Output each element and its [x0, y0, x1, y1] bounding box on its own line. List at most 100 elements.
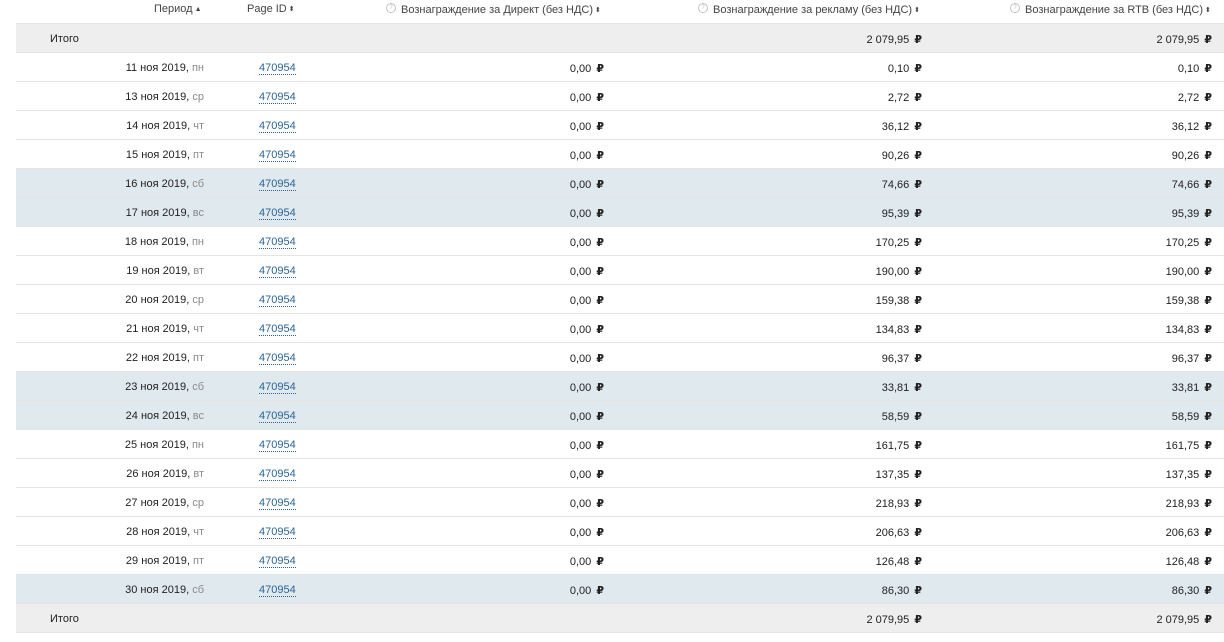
page-id-link[interactable]: 470954 — [259, 468, 296, 481]
page-id-link[interactable]: 470954 — [259, 323, 296, 336]
date-text: 16 ноя 2019 — [125, 178, 187, 190]
table-row: 24 ноя 2019, вс 470954 0,00 ₽ 58,59 ₽ 58,59 … — [16, 401, 1224, 430]
page-id-link[interactable]: 470954 — [259, 526, 296, 539]
help-icon[interactable]: ? — [1010, 3, 1020, 13]
ruble-icon: ₽ — [914, 121, 922, 133]
ruble-icon: ₽ — [914, 34, 922, 46]
ruble-icon: ₽ — [914, 208, 922, 220]
ruble-icon: ₽ — [914, 469, 922, 481]
column-ads-header[interactable]: ? Вознаграждение за рекламу (без НДС) ⬍ — [698, 3, 920, 16]
ruble-icon: ₽ — [1204, 440, 1212, 452]
ruble-icon: ₽ — [914, 324, 922, 336]
column-page-id-header[interactable]: Page ID ⬍ — [247, 3, 295, 15]
rtb-reward-cell: 161,75 ₽ — [1165, 440, 1212, 452]
ads-reward-cell: 137,35 ₽ — [875, 469, 922, 481]
page-id-link[interactable]: 470954 — [259, 62, 296, 75]
page-id-link[interactable]: 470954 — [259, 410, 296, 423]
page-id-link[interactable]: 470954 — [259, 439, 296, 452]
page-id-link[interactable]: 470954 — [259, 207, 296, 220]
page-id-link[interactable]: 470954 — [259, 555, 296, 568]
table-body: 11 ноя 2019, пн 470954 0,00 ₽0,10 ₽0,10 ₽1… — [16, 53, 1224, 604]
period-cell: 26 ноя 2019, вт — [126, 468, 204, 480]
ruble-icon: ₽ — [1204, 498, 1212, 510]
page-id-link[interactable]: 470954 — [259, 352, 296, 365]
column-page-id-label: Page ID — [247, 3, 287, 15]
ruble-icon: ₽ — [596, 556, 604, 568]
page-id-link[interactable]: 470954 — [259, 497, 296, 510]
page-id-link[interactable]: 470954 — [259, 91, 296, 104]
rtb-reward-cell: 170,25 ₽ — [1165, 237, 1212, 249]
column-period-label: Период — [154, 3, 193, 15]
ads-reward-cell: 126,48 ₽ — [875, 556, 922, 568]
page-id-link[interactable]: 470954 — [259, 584, 296, 597]
ruble-icon: ₽ — [596, 324, 604, 336]
period-cell: 19 ноя 2019, вт — [126, 265, 204, 277]
ads-reward-cell: 159,38 ₽ — [875, 295, 922, 307]
help-icon[interactable]: ? — [698, 3, 708, 13]
help-icon[interactable]: ? — [386, 3, 396, 13]
ads-reward-cell: 0,10 ₽ — [887, 63, 922, 75]
table-row: 16 ноя 2019, сб 470954 0,00 ₽ 74,66 ₽ 74,66 … — [16, 169, 1224, 198]
direct-reward-cell: 0,00 ₽ — [569, 353, 604, 365]
ruble-icon: ₽ — [914, 556, 922, 568]
ruble-icon: ₽ — [914, 179, 922, 191]
page-id-cell: 470954 — [259, 207, 296, 220]
ruble-icon: ₽ — [1204, 34, 1212, 46]
ads-reward-cell: 95,39 ₽ — [881, 208, 922, 220]
ruble-icon: ₽ — [596, 585, 604, 597]
page-id-link[interactable]: 470954 — [259, 178, 296, 191]
page-id-link[interactable]: 470954 — [259, 149, 296, 162]
table-row: 22 ноя 2019, пт 470954 0,00 ₽ 96,37 ₽ 96,37 … — [16, 343, 1224, 372]
sort-icon: ⬍ — [914, 7, 920, 14]
ruble-icon: ₽ — [1204, 179, 1212, 191]
table-row: 23 ноя 2019, сб 470954 0,00 ₽ 33,81 ₽ 33,81 … — [16, 372, 1224, 401]
date-text: 27 ноя 2019 — [125, 497, 187, 509]
ruble-icon: ₽ — [596, 295, 604, 307]
ruble-icon: ₽ — [596, 469, 604, 481]
page-id-cell: 470954 — [259, 91, 296, 104]
ruble-icon: ₽ — [1204, 295, 1212, 307]
period-cell: 29 ноя 2019, пт — [125, 555, 204, 567]
page-id-cell: 470954 — [259, 526, 296, 539]
direct-reward-cell: 0,00 ₽ — [569, 498, 604, 510]
table-row: 26 ноя 2019, вт 470954 0,00 ₽ 137,35 ₽ 137,3… — [16, 459, 1224, 488]
sort-icon: ⬍ — [595, 7, 601, 14]
rtb-reward-cell: 0,10 ₽ — [1177, 63, 1212, 75]
ruble-icon: ₽ — [1204, 527, 1212, 539]
ruble-icon: ₽ — [1204, 150, 1212, 162]
page-id-link[interactable]: 470954 — [259, 265, 296, 278]
page-id-link[interactable]: 470954 — [259, 236, 296, 249]
totals-row-top: Итого 2 079,95 ₽ 2 079,95 ₽ — [16, 24, 1224, 53]
ruble-icon: ₽ — [1204, 63, 1212, 75]
page-id-cell: 470954 — [259, 323, 296, 336]
rtb-reward-cell: 96,37 ₽ — [1171, 353, 1212, 365]
page-id-link[interactable]: 470954 — [259, 294, 296, 307]
ads-reward-cell: 206,63 ₽ — [875, 527, 922, 539]
weekday-text: вс — [192, 207, 204, 219]
column-direct-header[interactable]: ? Вознаграждение за Директ (без НДС) ⬍ — [386, 3, 601, 16]
column-rtb-header[interactable]: ? Вознаграждение за RTB (без НДС) ⬍ — [1010, 3, 1211, 16]
ruble-icon: ₽ — [596, 498, 604, 510]
page-id-cell: 470954 — [259, 497, 296, 510]
direct-reward-cell: 0,00 ₽ — [569, 411, 604, 423]
ruble-icon: ₽ — [914, 614, 922, 626]
page-id-cell: 470954 — [259, 149, 296, 162]
ruble-icon: ₽ — [914, 237, 922, 249]
period-cell: 20 ноя 2019, ср — [125, 294, 204, 306]
table-row: 15 ноя 2019, пт 470954 0,00 ₽ 90,26 ₽ 90,26 … — [16, 140, 1224, 169]
date-text: 14 ноя 2019 — [126, 120, 188, 132]
column-period-header[interactable]: Период ▲ — [154, 3, 202, 15]
table-header: Период ▲ Page ID ⬍ ? Вознаграждение за Дире… — [16, 0, 1224, 24]
table-row: 29 ноя 2019, пт 470954 0,00 ₽ 126,48 ₽ 126,4… — [16, 546, 1224, 575]
ruble-icon: ₽ — [914, 295, 922, 307]
ruble-icon: ₽ — [596, 353, 604, 365]
page-id-link[interactable]: 470954 — [259, 381, 296, 394]
period-cell: 17 ноя 2019, вс — [125, 207, 204, 219]
direct-reward-cell: 0,00 ₽ — [569, 440, 604, 452]
page-id-cell: 470954 — [259, 352, 296, 365]
ruble-icon: ₽ — [914, 440, 922, 452]
ads-reward-cell: 134,83 ₽ — [875, 324, 922, 336]
column-rtb-label: Вознаграждение за RTB (без НДС) — [1025, 4, 1203, 16]
page-id-link[interactable]: 470954 — [259, 120, 296, 133]
weekday-text: чт — [193, 323, 204, 335]
